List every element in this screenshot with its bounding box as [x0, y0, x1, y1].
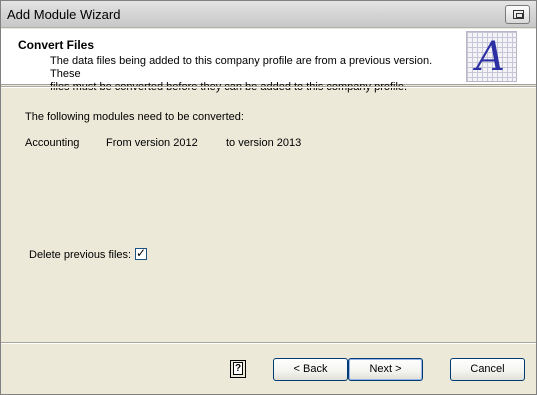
back-button[interactable]: < Back — [273, 358, 348, 381]
app-logo-icon: A — [466, 31, 517, 82]
page-description: The data files being added to this compa… — [50, 55, 460, 94]
cancel-button[interactable]: Cancel — [450, 358, 525, 381]
title-bar[interactable]: Add Module Wizard — [1, 1, 536, 28]
help-icon: ? — [233, 362, 243, 375]
window-title: Add Module Wizard — [7, 7, 121, 22]
help-button[interactable]: ? — [230, 360, 246, 378]
description-line-1: The data files being added to this compa… — [50, 55, 433, 80]
delete-previous-files-checkbox[interactable]: ✓ — [135, 246, 147, 260]
module-to-version: to version 2013 — [226, 137, 302, 149]
module-from-version: From version 2012 — [106, 137, 198, 149]
footer-divider — [1, 342, 536, 344]
header-divider — [1, 86, 536, 88]
wizard-window: Add Module Wizard Convert Files The data… — [0, 0, 537, 395]
intro-text: The following modules need to be convert… — [25, 111, 244, 123]
next-button[interactable]: Next > — [348, 358, 423, 381]
restore-button[interactable] — [505, 5, 530, 24]
page-title: Convert Files — [18, 38, 95, 52]
delete-previous-files-label: Delete previous files: — [29, 249, 132, 261]
logo-letter: A — [476, 34, 505, 80]
module-name: Accounting — [25, 137, 80, 149]
restore-icon — [513, 10, 524, 19]
checkmark-icon: ✓ — [136, 246, 147, 260]
wizard-header: Convert Files The data files being added… — [1, 29, 536, 93]
